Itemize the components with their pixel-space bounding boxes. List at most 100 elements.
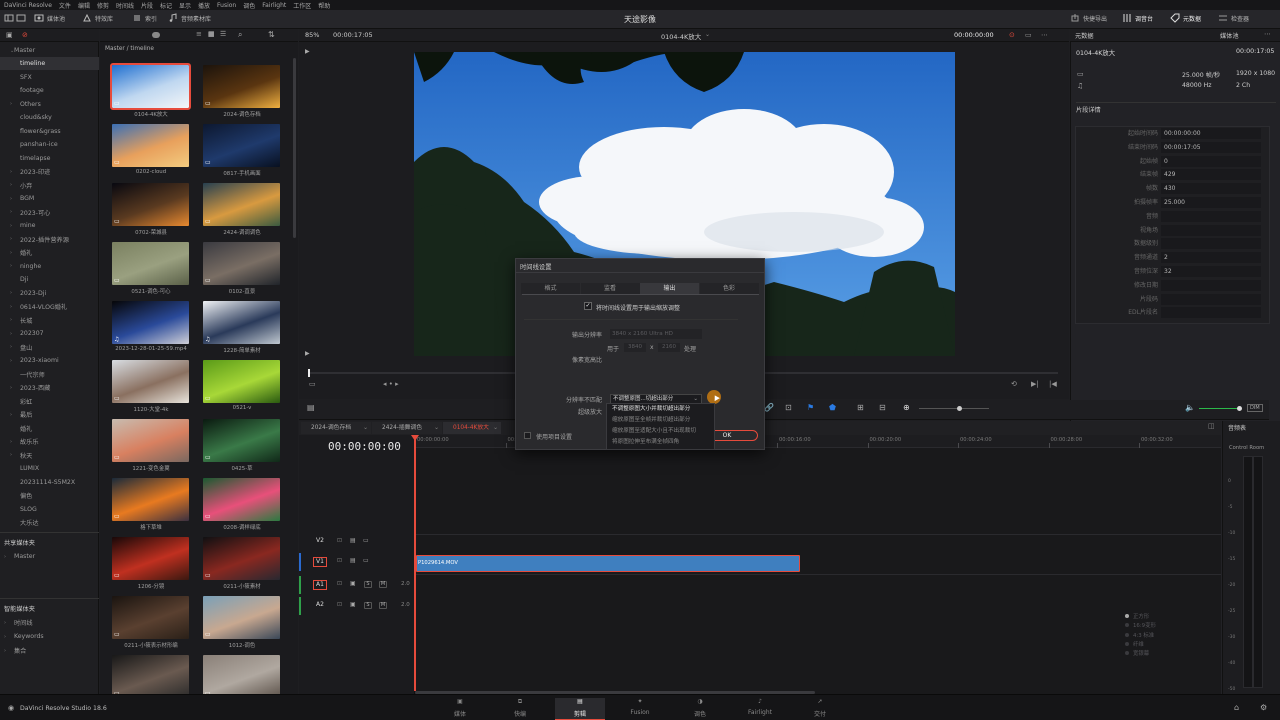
clip-thumbnail[interactable]: ▭ bbox=[203, 242, 280, 285]
metadata-value-field[interactable]: 32 bbox=[1161, 266, 1261, 277]
track-lock-icon[interactable]: ⊡ bbox=[337, 557, 342, 564]
viewer-mode-icon[interactable]: ▭ bbox=[309, 380, 316, 388]
effects-button[interactable]: 特效库 bbox=[82, 13, 113, 23]
use-project-checkbox[interactable] bbox=[524, 432, 531, 439]
track-enable-icon[interactable]: ▭ bbox=[363, 557, 369, 564]
media-pool-button[interactable]: 媒体池 bbox=[34, 13, 65, 23]
timeline-view-icon[interactable]: ▤ bbox=[307, 403, 315, 412]
view-mode-icon[interactable] bbox=[16, 13, 26, 23]
pixel-aspect-radio[interactable]: 16:9变形 bbox=[1125, 621, 1156, 629]
search-icon[interactable]: ⌕ bbox=[238, 30, 242, 40]
solo-button[interactable]: S bbox=[364, 581, 372, 588]
bin-item[interactable]: flower&grass bbox=[0, 125, 99, 138]
list-view-icon[interactable]: ≡ bbox=[196, 30, 202, 38]
media-pool-scrollbar[interactable] bbox=[293, 58, 296, 238]
more-options-icon[interactable]: ⋯ bbox=[1264, 30, 1271, 38]
shared-master[interactable]: › Master bbox=[0, 550, 99, 563]
metadata-value-field[interactable] bbox=[1161, 293, 1261, 305]
clip-thumbnail[interactable]: ▭ bbox=[203, 183, 280, 226]
track-link-icon[interactable]: ▣ bbox=[350, 580, 356, 587]
track-lock-icon[interactable]: ⊡ bbox=[337, 580, 342, 587]
thumbnail-size-slider[interactable] bbox=[152, 32, 160, 38]
bin-item[interactable]: › 2022-插件营养源 bbox=[0, 233, 99, 246]
timeline-tab[interactable]: 0104-4K放大 ⌄ bbox=[443, 422, 501, 434]
clip-thumbnail[interactable]: ▭ bbox=[203, 537, 280, 580]
dual-view-icon[interactable]: ▭ bbox=[1025, 31, 1032, 39]
lock-icon[interactable]: ⊡ bbox=[785, 403, 792, 412]
bin-item[interactable]: › Others bbox=[0, 98, 99, 111]
bin-item[interactable]: › BGM bbox=[0, 192, 99, 205]
metadata-value-field[interactable] bbox=[1161, 210, 1261, 222]
bin-item[interactable]: timeline bbox=[0, 57, 99, 70]
options-icon[interactable]: ⋯ bbox=[1041, 31, 1048, 39]
mute-button[interactable]: M bbox=[379, 581, 387, 588]
bin-item[interactable]: LUMIX bbox=[0, 462, 99, 475]
clip-thumbnail[interactable]: ▭ bbox=[112, 419, 189, 462]
solo-button[interactable]: S bbox=[364, 602, 372, 609]
track-id[interactable]: A1 bbox=[313, 580, 327, 590]
bin-item[interactable]: › 盘山 bbox=[0, 341, 99, 354]
page-tab[interactable]: ▤ 剪辑 bbox=[555, 698, 605, 720]
track-lock-icon[interactable]: ⊡ bbox=[337, 601, 342, 608]
bin-item[interactable]: 20231114-S5M2X bbox=[0, 476, 99, 489]
menu-item[interactable]: 标记 bbox=[160, 1, 172, 10]
sidebar-toggle-icon[interactable]: ▣ bbox=[6, 31, 13, 39]
bin-item[interactable]: › 婚礼 bbox=[0, 246, 99, 259]
track-video-icon[interactable]: ▤ bbox=[350, 537, 356, 544]
zoom-custom-icon[interactable]: ⊕ bbox=[903, 403, 910, 412]
bin-item[interactable]: 一代宗师 bbox=[0, 368, 99, 381]
scale-checkbox[interactable]: ✓ bbox=[584, 302, 592, 310]
bin-item[interactable]: SFX bbox=[0, 71, 99, 84]
smart-bin-item[interactable]: › 集合 bbox=[0, 644, 99, 657]
quick-export-button[interactable]: 快捷导出 bbox=[1070, 13, 1107, 23]
page-tab[interactable]: ▣ 媒体 bbox=[435, 698, 485, 719]
clip-thumbnail[interactable]: ▭ bbox=[112, 242, 189, 285]
zoom-detail-icon[interactable]: ⊟ bbox=[879, 403, 886, 412]
color-tag-icon[interactable]: ⊘ bbox=[22, 31, 28, 39]
next-clip-icon[interactable]: ▶| bbox=[1031, 380, 1039, 388]
menu-item[interactable]: Fairlight bbox=[262, 2, 286, 9]
height-field[interactable]: 2160 bbox=[658, 343, 680, 352]
timeline-tab[interactable]: 2424-插舞调色 ⌄ bbox=[372, 422, 442, 434]
track-link-icon[interactable]: ▣ bbox=[350, 601, 356, 608]
bin-item[interactable]: › 2023-xiaomi bbox=[0, 354, 99, 367]
menu-item[interactable]: 调色 bbox=[243, 1, 255, 10]
bin-item[interactable]: footage bbox=[0, 84, 99, 97]
volume-slider[interactable] bbox=[1199, 406, 1242, 411]
clip-thumbnail[interactable]: ▭ bbox=[203, 655, 280, 698]
bin-item[interactable]: panshan-ice bbox=[0, 138, 99, 151]
metadata-value-field[interactable]: 25.000 bbox=[1161, 197, 1261, 208]
clip-thumbnail[interactable]: ▭ bbox=[112, 596, 189, 639]
metadata-value-field[interactable]: 429 bbox=[1161, 169, 1261, 181]
mixer-button[interactable]: 调音台 bbox=[1122, 13, 1153, 23]
width-field[interactable]: 3840 bbox=[624, 343, 646, 352]
bypass-icon[interactable]: ⊙ bbox=[1009, 31, 1015, 39]
smart-bin-item[interactable]: › 时间线 bbox=[0, 616, 99, 629]
clip-thumbnail[interactable]: ♫ bbox=[203, 301, 280, 344]
dropdown-option[interactable]: 将原图拉伸至布满全帧四角 bbox=[610, 437, 715, 448]
flag-icon[interactable]: ⚑ bbox=[807, 403, 814, 412]
sort-icon[interactable]: ⇅ bbox=[268, 30, 275, 39]
menu-item[interactable]: 编辑 bbox=[78, 1, 90, 10]
pixel-aspect-radio[interactable]: 4:3 标准 bbox=[1125, 631, 1154, 639]
bin-item[interactable]: 婚礼 bbox=[0, 422, 99, 435]
bin-item[interactable]: › 2023-可心 bbox=[0, 206, 99, 219]
menu-item[interactable]: 文件 bbox=[59, 1, 71, 10]
loop-icon[interactable]: ⟲ bbox=[1011, 380, 1017, 388]
track-id[interactable]: V1 bbox=[313, 557, 327, 567]
clip-thumbnail[interactable]: ▭ bbox=[112, 478, 189, 521]
dialog-tab[interactable]: 色彩 bbox=[699, 283, 759, 294]
metadata-value-field[interactable]: 00:00:17:05 bbox=[1161, 141, 1261, 153]
pixel-aspect-radio[interactable]: 正方形 bbox=[1125, 612, 1149, 620]
menu-item[interactable]: DaVinci Resolve bbox=[4, 2, 52, 9]
layout-toggle-icon[interactable] bbox=[4, 13, 14, 23]
clip-thumbnail[interactable]: ▭ bbox=[203, 419, 280, 462]
bin-item[interactable]: › mine bbox=[0, 219, 99, 232]
zoom-full-icon[interactable]: ⊞ bbox=[857, 403, 864, 412]
bin-item[interactable]: › 小弃 bbox=[0, 179, 99, 192]
grid-view-icon[interactable]: ▦ bbox=[208, 30, 215, 38]
menu-item[interactable]: 时间线 bbox=[116, 1, 134, 10]
menu-item[interactable]: 帮助 bbox=[318, 1, 330, 10]
bin-item[interactable]: Dji bbox=[0, 273, 99, 286]
dropdown-option[interactable]: 缩放原图至适配大小且不出现裁切 bbox=[610, 426, 715, 437]
